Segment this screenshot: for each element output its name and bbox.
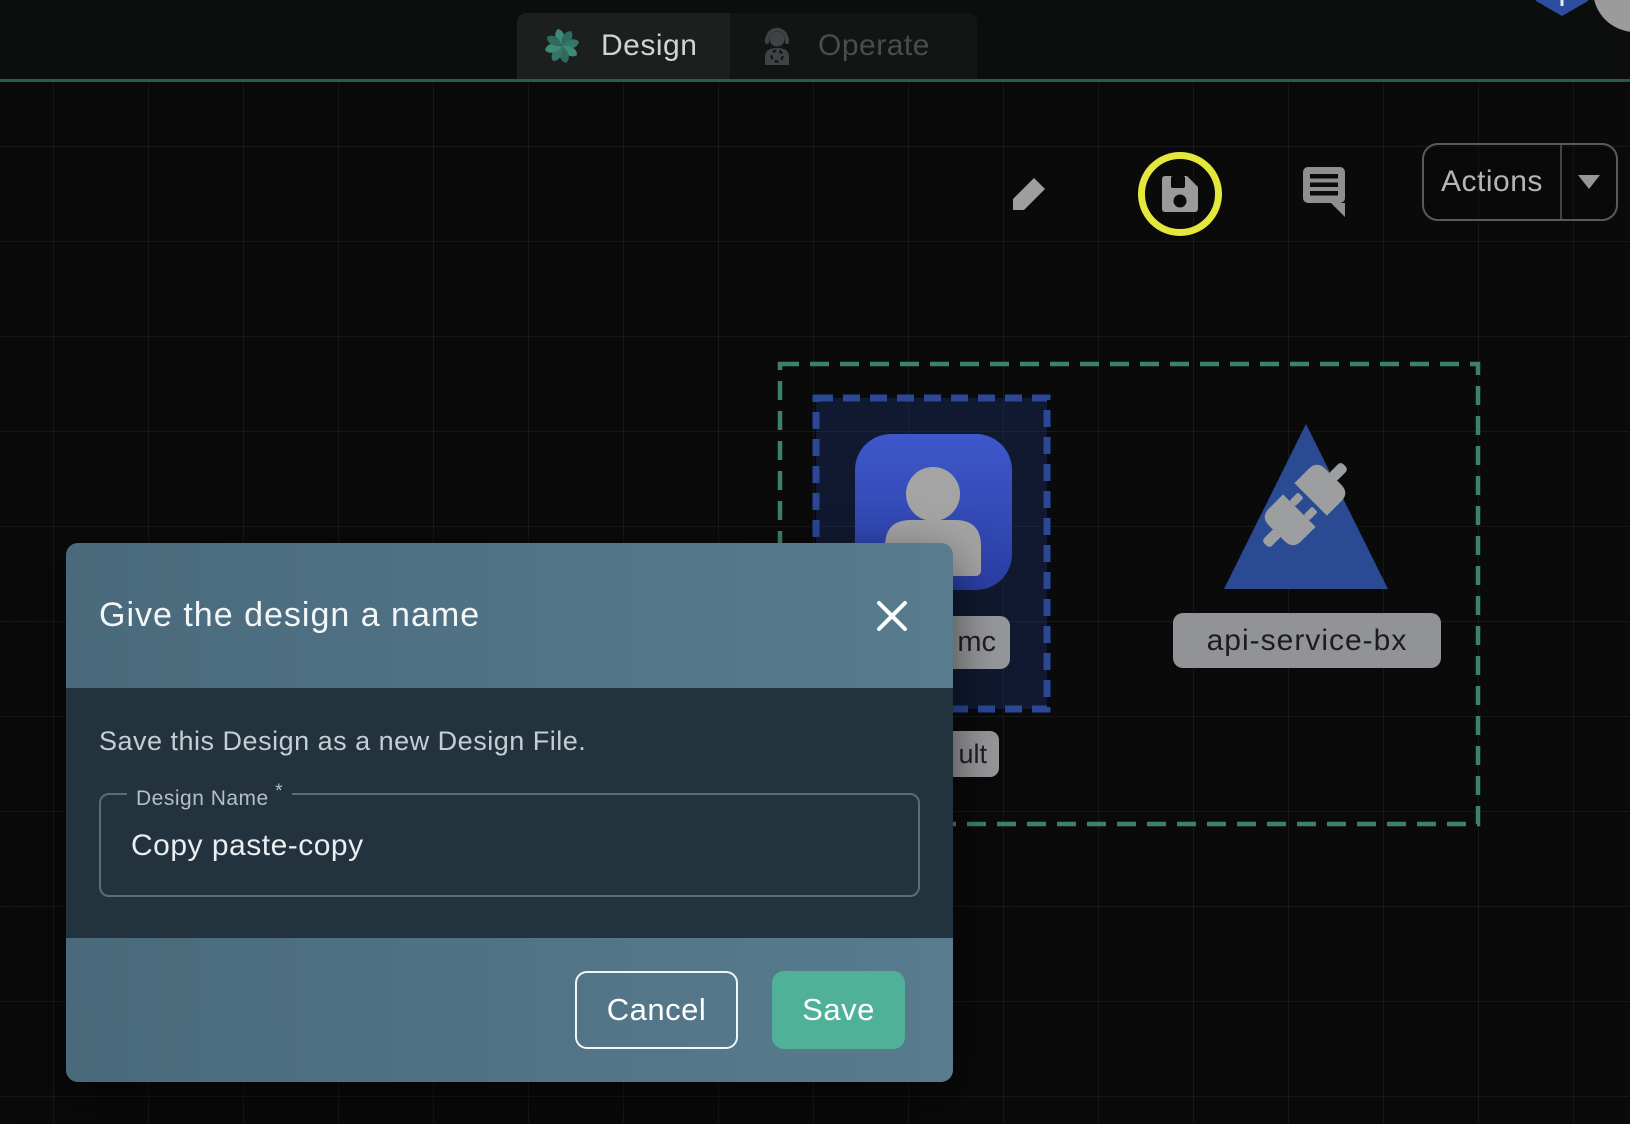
design-name-field: Design Name * xyxy=(99,793,920,897)
actions-button[interactable]: Actions xyxy=(1422,143,1618,221)
cancel-button[interactable]: Cancel xyxy=(575,971,738,1049)
topbar-underline xyxy=(0,79,1630,82)
top-bar: Design Operate xyxy=(0,0,1630,79)
modal-body: Save this Design as a new Design File. D… xyxy=(66,688,953,938)
tab-operate-label: Operate xyxy=(818,29,930,63)
mode-tabs: Design Operate xyxy=(517,13,977,79)
close-icon[interactable] xyxy=(873,597,911,635)
meshery-logo-icon xyxy=(543,27,581,65)
avatar[interactable] xyxy=(1593,0,1630,32)
actions-button-label: Actions xyxy=(1424,165,1560,199)
tab-operate[interactable]: Operate xyxy=(730,13,977,79)
plug-icon xyxy=(1250,450,1360,560)
tab-design-label: Design xyxy=(601,29,697,63)
modal-header: Give the design a name xyxy=(66,543,953,688)
tab-design[interactable]: Design xyxy=(517,13,730,79)
design-name-input[interactable] xyxy=(129,795,913,897)
comment-icon[interactable] xyxy=(1299,163,1349,219)
floppy-save-icon xyxy=(1157,171,1203,217)
node-label-api-service: api-service-bx xyxy=(1173,613,1441,668)
chevron-down-icon xyxy=(1578,175,1600,189)
modal-footer: Cancel Save xyxy=(66,938,953,1082)
app-window: mc ult api-service-bx Actions xyxy=(0,0,1630,1124)
save-design-modal: Give the design a name Save this Design … xyxy=(66,543,953,1082)
kubernetes-context-icon[interactable] xyxy=(1528,0,1596,20)
operator-headset-icon xyxy=(756,25,798,67)
edit-pencil-icon[interactable] xyxy=(1007,172,1051,216)
actions-dropdown-toggle[interactable] xyxy=(1562,175,1616,189)
modal-description: Save this Design as a new Design File. xyxy=(99,726,920,757)
save-confirm-button[interactable]: Save xyxy=(772,971,905,1049)
save-button[interactable] xyxy=(1138,152,1222,236)
modal-title: Give the design a name xyxy=(99,596,480,635)
